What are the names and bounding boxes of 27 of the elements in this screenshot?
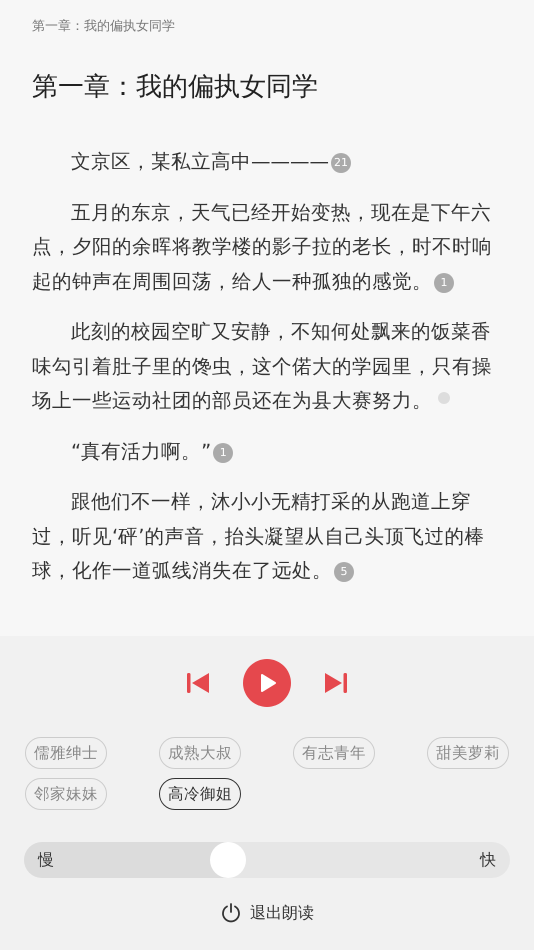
voice-option[interactable]: 儒雅绅士 <box>25 737 107 769</box>
voice-option[interactable]: 高冷御姐 <box>159 778 241 810</box>
comment-count-badge[interactable]: 21 <box>331 153 351 173</box>
comment-count-badge[interactable]: 1 <box>213 442 234 462</box>
speed-slider[interactable]: 慢 快 <box>24 842 510 878</box>
paragraph: 五月的东京，天气已经开始变热，现在是下午六点，夕阳的余晖将教学楼的影子拉的老长，时不时响起的钟声在周围回荡，给人一种孤独的感觉。 1 <box>32 200 493 294</box>
play-button[interactable] <box>243 659 291 707</box>
voice-option[interactable]: 有志青年 <box>293 737 375 769</box>
voice-option[interactable]: 甜美萝莉 <box>427 737 509 769</box>
paragraph: 跟他们不一样，沐小小无精打采的从跑道上穿过，听见‘砰’的声音，抬头凝望从自己头顶飞过的棒球，化作一道弧线消失在了远处。 5 <box>32 489 486 584</box>
paragraph: “真有活力啊。” 1 <box>32 434 505 469</box>
voice-option[interactable]: 成熟大叔 <box>159 737 241 769</box>
chapter-header: 第一章：我的偏执女同学 <box>32 18 176 36</box>
chapter-title: 第一章：我的偏执女同学 <box>32 71 319 104</box>
slow-label: 慢 <box>38 850 54 870</box>
next-icon[interactable] <box>323 670 349 696</box>
paragraph: 文京区，某私立高中———— 21 <box>32 145 505 180</box>
exit-reading-button[interactable]: 退出朗读 <box>220 902 314 924</box>
paragraph: 此刻的校园空旷又安静，不知何处飘来的饭菜香味勾引着肚子里的馋虫，这个偌大的学园里，只有操场上一些运动社团的部员还在为县大赛努力。 <box>32 319 493 414</box>
slider-thumb[interactable] <box>210 842 246 878</box>
comment-count-badge[interactable]: 1 <box>434 272 454 292</box>
voice-option[interactable]: 邻家妹妹 <box>25 778 107 810</box>
comment-dot[interactable] <box>438 392 450 404</box>
fast-label: 快 <box>480 850 496 870</box>
power-icon <box>220 902 242 924</box>
comment-count-badge[interactable]: 5 <box>334 562 354 582</box>
previous-icon[interactable] <box>185 670 211 696</box>
